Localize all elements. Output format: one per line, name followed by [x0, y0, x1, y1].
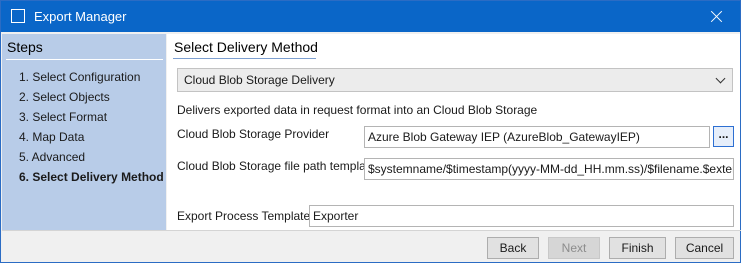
process-template-field[interactable]: Exporter	[309, 205, 734, 227]
path-template-label: Cloud Blob Storage file path template	[177, 159, 376, 173]
process-template-label: Export Process Template:	[177, 209, 314, 223]
back-button[interactable]: Back	[487, 237, 539, 259]
window-icon	[11, 9, 25, 23]
main-panel: Select Delivery Method Cloud Blob Storag…	[167, 34, 740, 230]
provider-field[interactable]: Azure Blob Gateway IEP (AzureBlob_Gatewa…	[364, 126, 710, 148]
steps-divider	[6, 59, 163, 60]
step-map-data[interactable]: 4. Map Data	[19, 129, 164, 149]
close-icon[interactable]	[694, 1, 740, 32]
step-select-format[interactable]: 3. Select Format	[19, 109, 164, 129]
step-select-delivery-method[interactable]: 6. Select Delivery Method	[19, 169, 164, 189]
finish-button[interactable]: Finish	[609, 237, 666, 259]
title-underline	[173, 58, 316, 59]
path-template-field[interactable]: $systemname/$timestamp(yyyy-MM-dd_HH.mm.…	[364, 158, 734, 180]
steps-sidebar: Steps 1. Select Configuration 2. Select …	[2, 34, 166, 230]
delivery-method-dropdown[interactable]: Cloud Blob Storage Delivery	[177, 68, 733, 92]
cancel-button[interactable]: Cancel	[675, 237, 734, 259]
window-title: Export Manager	[34, 9, 127, 24]
step-select-configuration[interactable]: 1. Select Configuration	[19, 69, 164, 89]
steps-heading: Steps	[7, 39, 43, 55]
title-bar: Export Manager	[1, 1, 740, 32]
step-select-objects[interactable]: 2. Select Objects	[19, 89, 164, 109]
export-manager-window: Export Manager Steps 1. Select Configura…	[0, 0, 741, 263]
chevron-down-icon	[715, 73, 726, 84]
delivery-description: Delivers exported data in request format…	[177, 103, 538, 117]
step-advanced[interactable]: 5. Advanced	[19, 149, 164, 169]
browse-provider-button[interactable]: ...	[713, 126, 734, 147]
steps-list: 1. Select Configuration 2. Select Object…	[19, 69, 164, 189]
provider-label: Cloud Blob Storage Provider	[177, 127, 330, 141]
footer-divider	[2, 230, 741, 231]
next-button[interactable]: Next	[548, 237, 600, 259]
delivery-method-value: Cloud Blob Storage Delivery	[184, 73, 335, 87]
page-title: Select Delivery Method	[174, 39, 318, 55]
